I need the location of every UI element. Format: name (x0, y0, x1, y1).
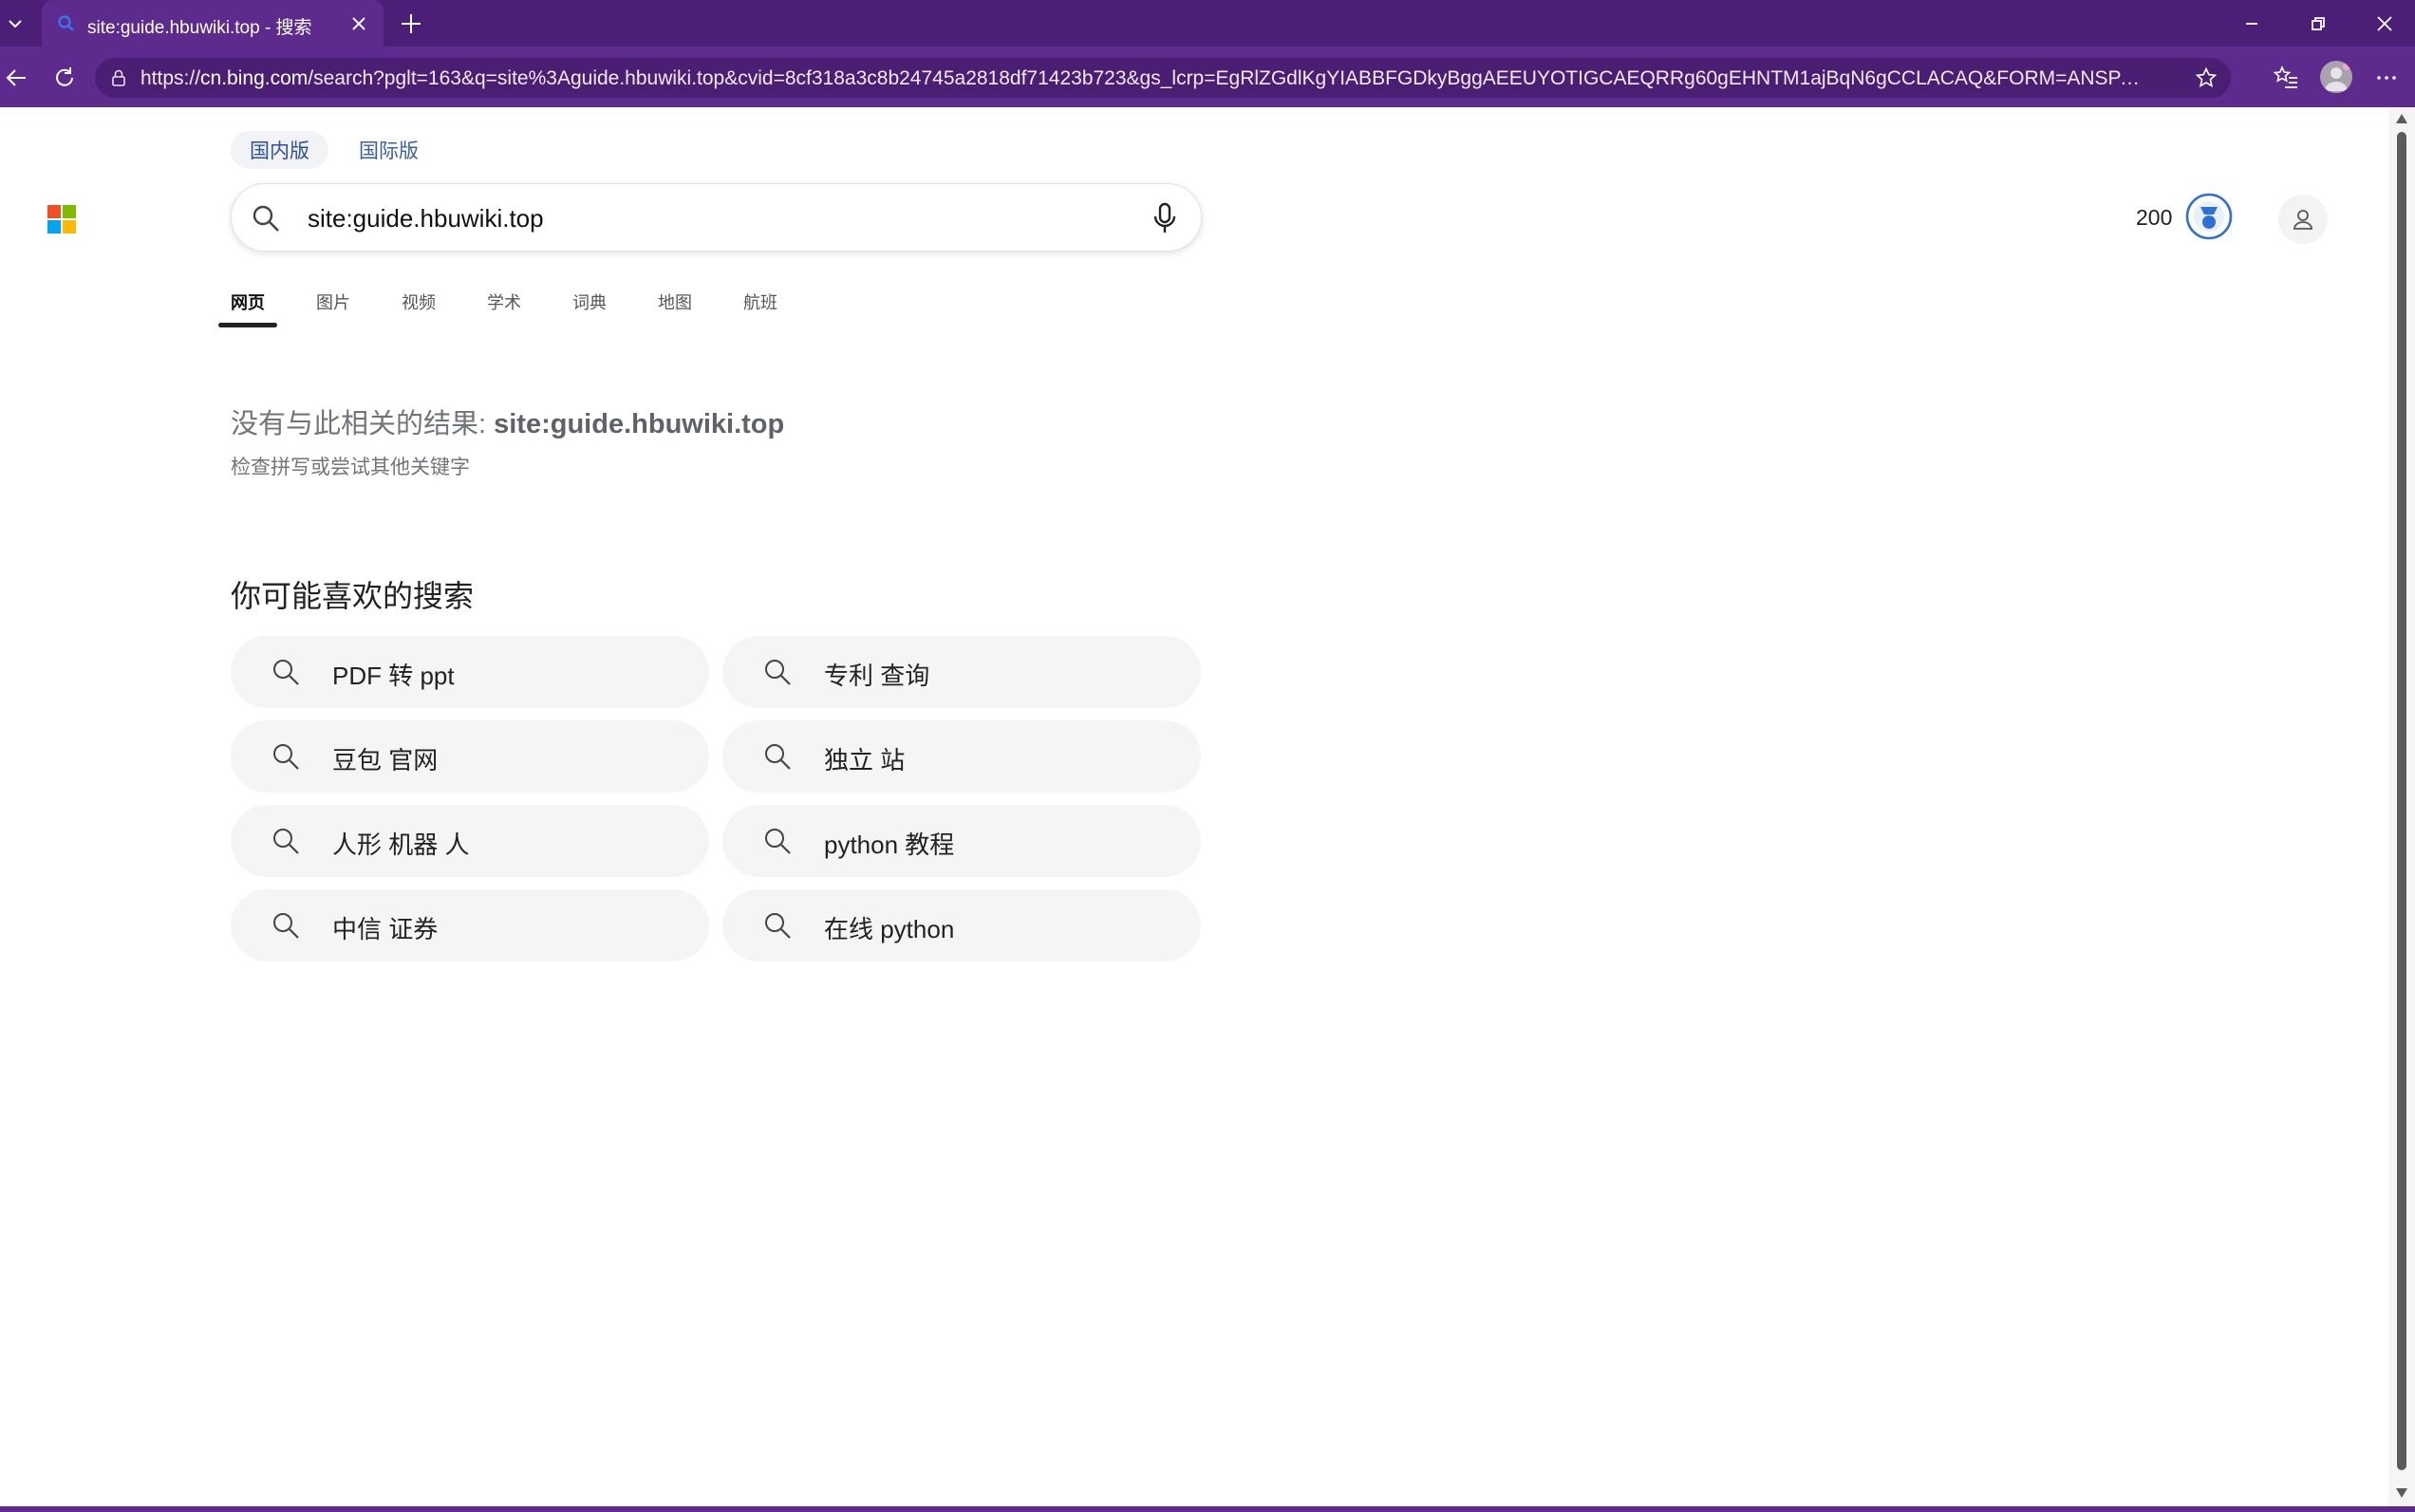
tab-strip: site:guide.hbuwiki.top - 搜索 (0, 0, 2415, 47)
url-text: https://cn.bing.com/search?pglt=163&q=si… (140, 67, 2144, 90)
rewards-points[interactable]: 200 (2136, 205, 2172, 231)
restore-button[interactable] (2299, 8, 2337, 40)
search-nav-tabs: 网页 图片 视频 学术 词典 地图 航班 (218, 282, 829, 327)
close-window-button[interactable] (2366, 8, 2404, 40)
related-search-item[interactable]: 中信 证券 (231, 889, 709, 961)
lock-icon (112, 69, 125, 86)
tab-dictionary[interactable]: 词典 (572, 282, 607, 327)
tab-close-button[interactable] (347, 12, 370, 35)
related-search-label: PDF 转 ppt (332, 662, 455, 690)
search-icon (273, 660, 299, 685)
related-search-item[interactable]: 专利 查询 (722, 636, 1201, 708)
market-tab-international[interactable]: 国际版 (340, 131, 438, 169)
favorites-button[interactable] (2269, 61, 2303, 95)
related-search-label: 独立 站 (824, 746, 906, 775)
close-icon (352, 17, 365, 30)
related-search-label: 中信 证券 (332, 915, 439, 943)
no-results-prefix: 没有与此相关的结果: (231, 409, 495, 439)
related-search-item[interactable]: python 教程 (722, 805, 1201, 877)
back-arrow-icon (6, 69, 26, 86)
search-icon (273, 829, 299, 854)
favorites-list-icon (2273, 65, 2297, 88)
browser-toolbar: https://cn.bing.com/search?pglt=163&q=si… (0, 47, 2415, 107)
related-search-label: 豆包 官网 (332, 746, 439, 775)
related-searches: PDF 转 ppt 专利 查询 豆包 官网 独立 站 人形 机器 人 pytho… (231, 636, 1201, 961)
plus-icon (402, 14, 421, 33)
tab-videos[interactable]: 视频 (402, 282, 436, 327)
related-search-label: 专利 查询 (824, 662, 930, 690)
tab-maps[interactable]: 地图 (658, 282, 692, 327)
scroll-thumb[interactable] (2397, 132, 2406, 1470)
restore-icon (2312, 17, 2325, 30)
tab-images[interactable]: 图片 (316, 282, 350, 327)
market-tab-domestic[interactable]: 国内版 (231, 131, 328, 169)
no-results-hint: 检查拼写或尝试其他关键字 (231, 457, 470, 478)
related-search-item[interactable]: 在线 python (722, 889, 1201, 961)
tab-title: site:guide.hbuwiki.top - 搜索 (87, 18, 312, 38)
minimize-icon (2246, 23, 2257, 25)
related-search-item[interactable]: 人形 机器 人 (231, 805, 709, 877)
search-icon (765, 829, 791, 854)
tab-flights[interactable]: 航班 (743, 282, 777, 327)
bing-page: 国内版 国际版 200 网页 图片 视频 学术 词典 地图 航班 没有与此相关 (0, 107, 2388, 1506)
no-results-message: 没有与此相关的结果: site:guide.hbuwiki.top (231, 401, 784, 441)
search-icon (273, 913, 299, 939)
refresh-button[interactable] (47, 61, 82, 95)
address-bar[interactable]: https://cn.bing.com/search?pglt=163&q=si… (95, 58, 2231, 98)
microphone-icon[interactable] (1150, 201, 1180, 235)
related-search-item[interactable]: 独立 站 (722, 720, 1201, 793)
bing-search-icon (58, 15, 74, 31)
related-search-item[interactable]: PDF 转 ppt (231, 636, 709, 708)
new-tab-button[interactable] (397, 9, 425, 38)
url-host: cn.bing.com (200, 67, 309, 89)
search-icon (765, 744, 791, 770)
profile-avatar[interactable] (2320, 61, 2352, 93)
browser-window: site:guide.hbuwiki.top - 搜索 https://cn.b… (0, 0, 2415, 1512)
user-icon (2293, 210, 2312, 230)
related-search-label: python 教程 (824, 831, 955, 859)
tab-academic[interactable]: 学术 (487, 282, 521, 327)
user-icon (2325, 63, 2350, 91)
scroll-down-icon[interactable] (2395, 1487, 2408, 1499)
related-searches-title: 你可能喜欢的搜索 (231, 579, 475, 613)
star-icon[interactable] (2195, 66, 2218, 89)
more-button[interactable] (2369, 61, 2404, 95)
search-icon (765, 913, 791, 939)
back-button[interactable] (0, 61, 34, 95)
page-scrollbar[interactable] (2388, 107, 2415, 1506)
url-scheme: https:// (140, 67, 201, 89)
tab-active[interactable]: site:guide.hbuwiki.top - 搜索 (42, 0, 384, 47)
related-search-label: 在线 python (824, 915, 955, 943)
window-bottom-border (0, 1506, 2415, 1512)
more-icon (2377, 76, 2396, 80)
search-icon (765, 660, 791, 685)
market-switcher: 国内版 国际版 (231, 131, 438, 169)
tab-web[interactable]: 网页 (218, 282, 277, 327)
microsoft-logo[interactable] (47, 205, 76, 233)
search-icon (273, 744, 299, 770)
search-icon (253, 205, 279, 232)
search-input[interactable] (308, 201, 1124, 235)
related-search-item[interactable]: 豆包 官网 (231, 720, 709, 793)
sign-in-button[interactable] (2278, 195, 2328, 244)
related-search-label: 人形 机器 人 (332, 831, 470, 859)
close-icon (2377, 16, 2392, 31)
search-box (231, 183, 1202, 252)
scroll-up-icon[interactable] (2395, 113, 2408, 124)
url-path: /search?pglt=163&q=site%3Aguide.hbuwiki.… (308, 67, 2144, 89)
minimize-button[interactable] (2233, 8, 2271, 40)
rewards-medal-icon[interactable] (2185, 193, 2233, 240)
refresh-icon (56, 67, 73, 86)
tab-actions-menu[interactable] (0, 0, 30, 47)
no-results-query: site:guide.hbuwiki.top (494, 409, 785, 439)
chevron-down-icon (9, 19, 22, 28)
